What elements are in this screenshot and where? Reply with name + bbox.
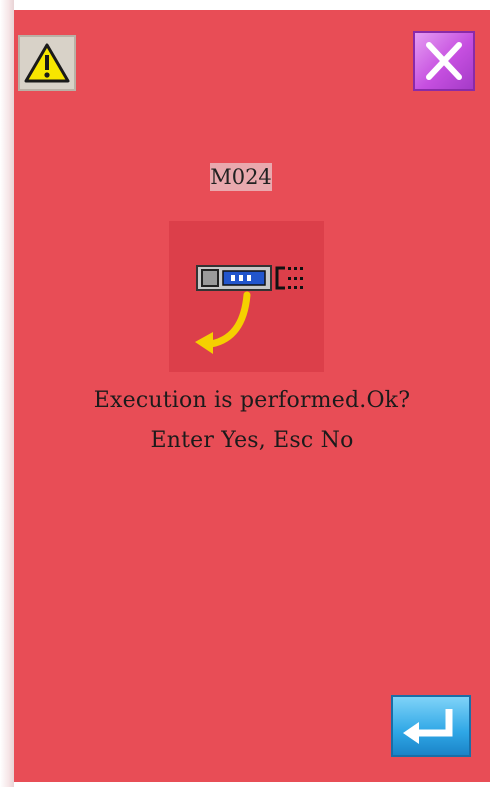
close-button[interactable] <box>413 31 475 91</box>
confirmation-message: Execution is performed.Ok? <box>93 388 411 413</box>
enter-button[interactable] <box>391 695 471 757</box>
warning-triangle-icon <box>24 43 70 83</box>
confirmation-hint: Enter Yes, Esc No <box>150 428 354 453</box>
dialog-screen: M024 Execution is performed.Ok? Enter Ye… <box>14 10 490 782</box>
message-code: M024 <box>210 163 272 191</box>
illustration-panel <box>169 221 324 372</box>
close-x-icon <box>426 42 462 80</box>
warning-button[interactable] <box>18 35 76 91</box>
execution-switch-icon <box>195 265 303 354</box>
enter-return-icon <box>403 709 453 744</box>
left-edge <box>0 0 14 787</box>
